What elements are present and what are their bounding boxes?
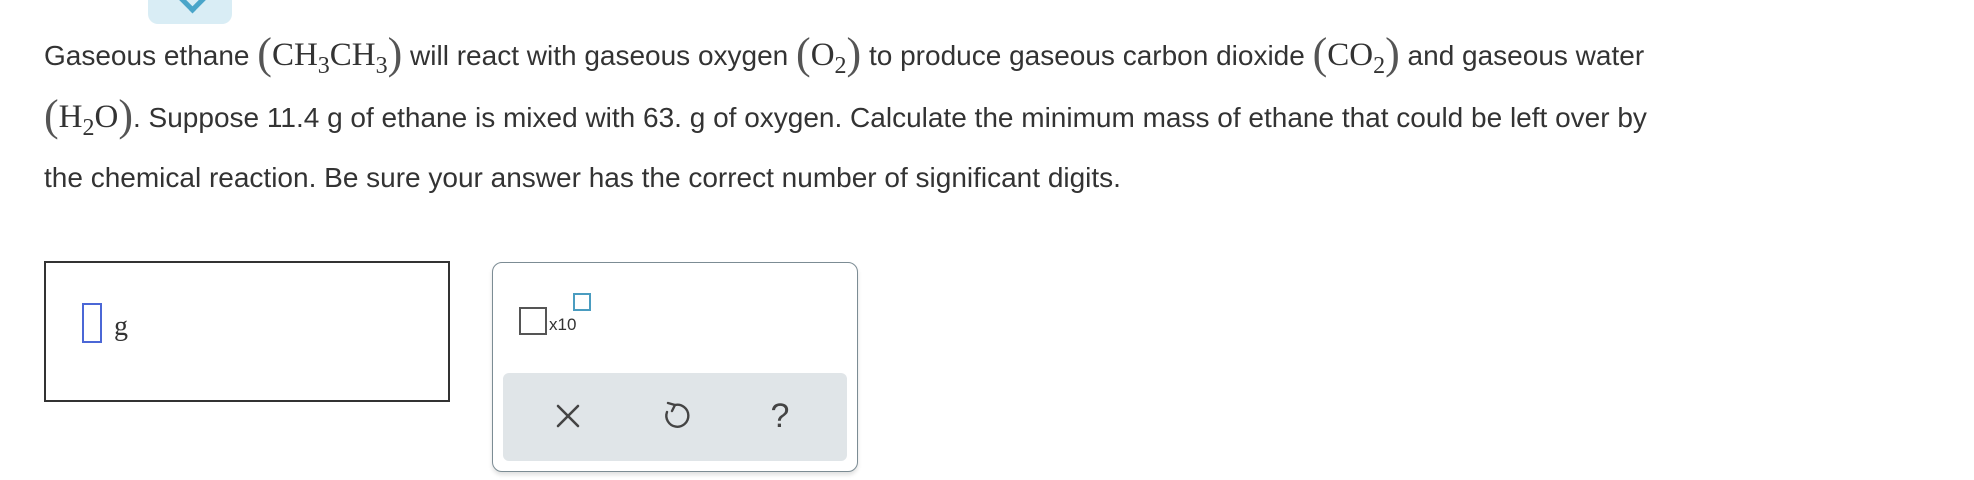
undo-button[interactable] bbox=[650, 391, 700, 441]
clear-button[interactable] bbox=[543, 391, 593, 441]
scientific-notation-button[interactable]: x10 bbox=[519, 293, 599, 343]
math-tool-panel: x10 ? bbox=[492, 262, 858, 472]
times-ten-label: x10 bbox=[549, 315, 577, 334]
help-button[interactable]: ? bbox=[755, 391, 805, 441]
problem-line-3: the chemical reaction. Be sure your answ… bbox=[44, 162, 1121, 193]
undo-icon bbox=[665, 401, 690, 428]
oxygen-formula: O2 bbox=[810, 37, 847, 79]
base-box-icon bbox=[519, 307, 547, 335]
x-icon bbox=[556, 404, 580, 428]
answer-unit: g bbox=[114, 311, 128, 342]
problem-statement: Gaseous ethane (CH3CH3) will react with … bbox=[44, 24, 1934, 208]
question-icon: ? bbox=[771, 397, 790, 435]
water-formula: H2O bbox=[58, 99, 119, 141]
answer-value-slot[interactable] bbox=[82, 303, 102, 343]
chevron-down-icon bbox=[177, 0, 208, 14]
exponent-box-icon bbox=[573, 293, 591, 311]
co2-formula: CO2 bbox=[1327, 37, 1386, 79]
collapse-tab[interactable] bbox=[148, 0, 232, 24]
answer-input[interactable]: g bbox=[44, 261, 450, 402]
problem-line-2: (H2O). Suppose 11.4 g of ethane is mixed… bbox=[44, 91, 1647, 141]
action-bar: ? bbox=[503, 373, 847, 461]
problem-line-1: Gaseous ethane (CH3CH3) will react with … bbox=[44, 29, 1645, 79]
svg-text:?: ? bbox=[771, 397, 790, 435]
ethane-formula: CH3CH3 bbox=[271, 37, 388, 79]
